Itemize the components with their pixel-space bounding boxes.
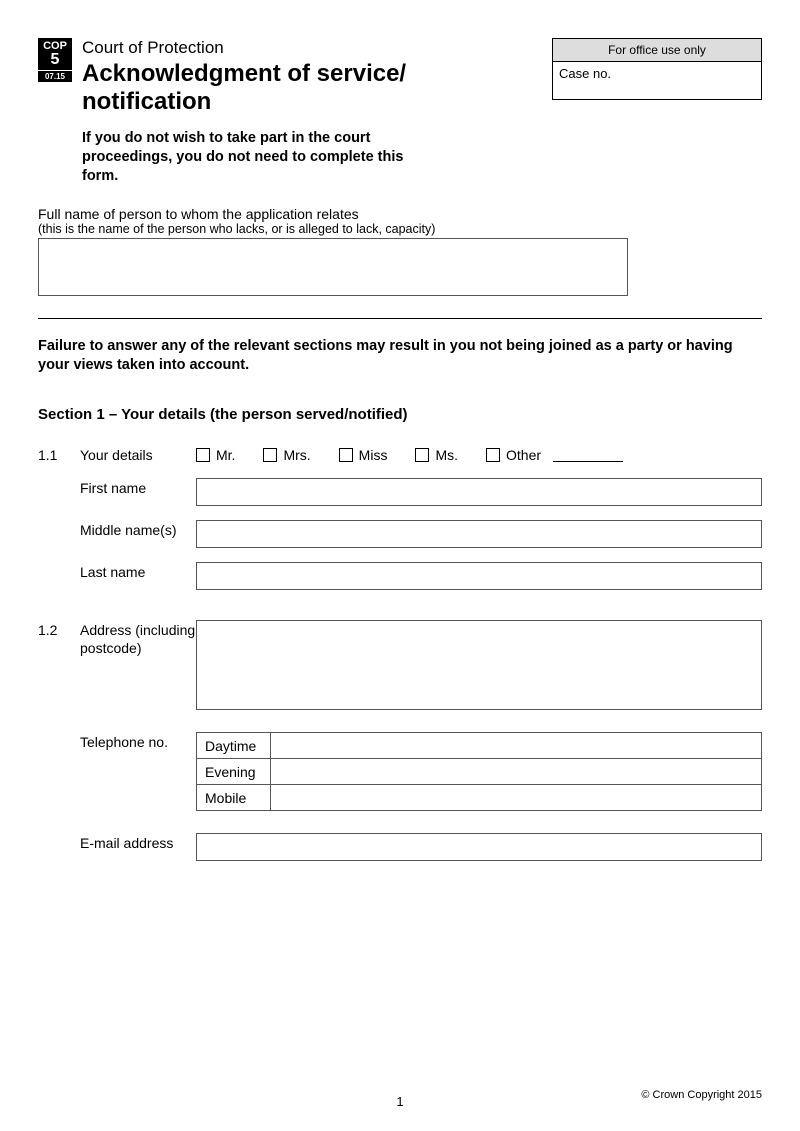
q1-1-label: Your details xyxy=(80,445,196,465)
label-miss: Miss xyxy=(359,447,388,463)
form-instruction: If you do not wish to take part in the c… xyxy=(82,129,442,186)
fullname-label: Full name of person to whom the applicat… xyxy=(38,206,762,222)
email-input[interactable] xyxy=(196,833,762,861)
form-badge: COP 5 07.15 xyxy=(38,38,72,82)
tel-daytime-label: Daytime xyxy=(197,733,271,759)
checkbox-mr[interactable] xyxy=(196,448,210,462)
checkbox-other[interactable] xyxy=(486,448,500,462)
tel-evening-input[interactable] xyxy=(271,759,762,785)
middle-names-input[interactable] xyxy=(196,520,762,548)
address-label: Address (including postcode) xyxy=(80,620,196,657)
checkbox-mrs[interactable] xyxy=(263,448,277,462)
checkbox-ms[interactable] xyxy=(415,448,429,462)
badge-cop: COP xyxy=(38,38,72,52)
middle-names-label: Middle name(s) xyxy=(80,520,196,540)
tel-evening-label: Evening xyxy=(197,759,271,785)
checkbox-miss[interactable] xyxy=(339,448,353,462)
fullname-sublabel: (this is the name of the person who lack… xyxy=(38,222,762,236)
other-title-input[interactable] xyxy=(553,448,623,462)
address-input[interactable] xyxy=(196,620,762,710)
telephone-label: Telephone no. xyxy=(80,732,196,752)
badge-date: 07.15 xyxy=(38,70,72,82)
telephone-table: Daytime Evening Mobile xyxy=(196,732,762,811)
first-name-input[interactable] xyxy=(196,478,762,506)
office-use-header: For office use only xyxy=(553,39,761,62)
first-name-label: First name xyxy=(80,478,196,498)
court-name: Court of Protection xyxy=(82,38,542,58)
warning-text: Failure to answer any of the relevant se… xyxy=(38,337,762,376)
tel-daytime-input[interactable] xyxy=(271,733,762,759)
title-options: Mr. Mrs. Miss Ms. Other xyxy=(196,445,762,463)
label-other: Other xyxy=(506,447,541,463)
case-no-label: Case no. xyxy=(553,62,761,99)
label-mr: Mr. xyxy=(216,447,235,463)
label-mrs: Mrs. xyxy=(283,447,310,463)
last-name-label: Last name xyxy=(80,562,196,582)
section-1-heading: Section 1 – Your details (the person ser… xyxy=(38,406,762,423)
fullname-input[interactable] xyxy=(38,238,628,296)
office-use-box: For office use only Case no. xyxy=(552,38,762,100)
tel-mobile-label: Mobile xyxy=(197,785,271,811)
label-ms: Ms. xyxy=(435,447,458,463)
form-title: Acknowledgment of service/ notification xyxy=(82,60,542,115)
badge-num: 5 xyxy=(38,52,72,70)
q1-2-number: 1.2 xyxy=(38,620,80,638)
email-label: E-mail address xyxy=(80,833,196,853)
q1-1-number: 1.1 xyxy=(38,445,80,463)
copyright: © Crown Copyright 2015 xyxy=(641,1089,762,1101)
divider xyxy=(38,318,762,319)
last-name-input[interactable] xyxy=(196,562,762,590)
tel-mobile-input[interactable] xyxy=(271,785,762,811)
